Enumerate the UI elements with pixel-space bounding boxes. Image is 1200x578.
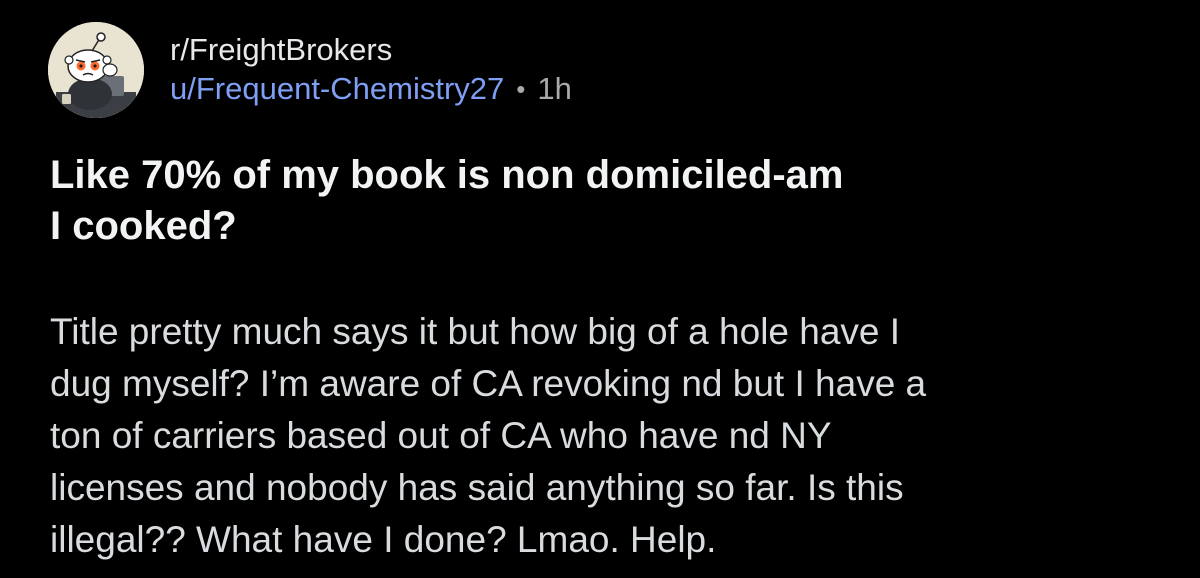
subreddit-link[interactable]: r/FreightBrokers [170, 31, 572, 69]
post-age: 1h [537, 71, 572, 106]
post-header: r/FreightBrokers u/Frequent-Chemistry27 … [48, 20, 572, 120]
post-meta: r/FreightBrokers u/Frequent-Chemistry27 … [170, 31, 572, 109]
meta-separator: • [516, 74, 526, 104]
post-body-line: dug myself? I’m aware of CA revoking nd … [50, 363, 927, 404]
post-title-line: I cooked? [50, 204, 237, 248]
reddit-post: r/FreightBrokers u/Frequent-Chemistry27 … [0, 0, 1200, 578]
reddit-snoo-avatar-icon[interactable] [48, 22, 144, 118]
author-link[interactable]: u/Frequent-Chemistry27 [170, 69, 504, 109]
post-body: Title pretty much says it but how big of… [50, 306, 1170, 566]
post-body-line: ton of carriers based out of CA who have… [50, 415, 832, 456]
post-body-line: illegal?? What have I done? Lmao. Help. [50, 519, 717, 560]
post-title[interactable]: Like 70% of my book is non domiciled-am … [50, 150, 1150, 252]
post-body-line: Title pretty much says it but how big of… [50, 311, 901, 352]
post-byline: u/Frequent-Chemistry27 • 1h [170, 69, 572, 109]
post-title-line: Like 70% of my book is non domiciled-am [50, 153, 844, 197]
post-body-line: licenses and nobody has said anything so… [50, 467, 904, 508]
